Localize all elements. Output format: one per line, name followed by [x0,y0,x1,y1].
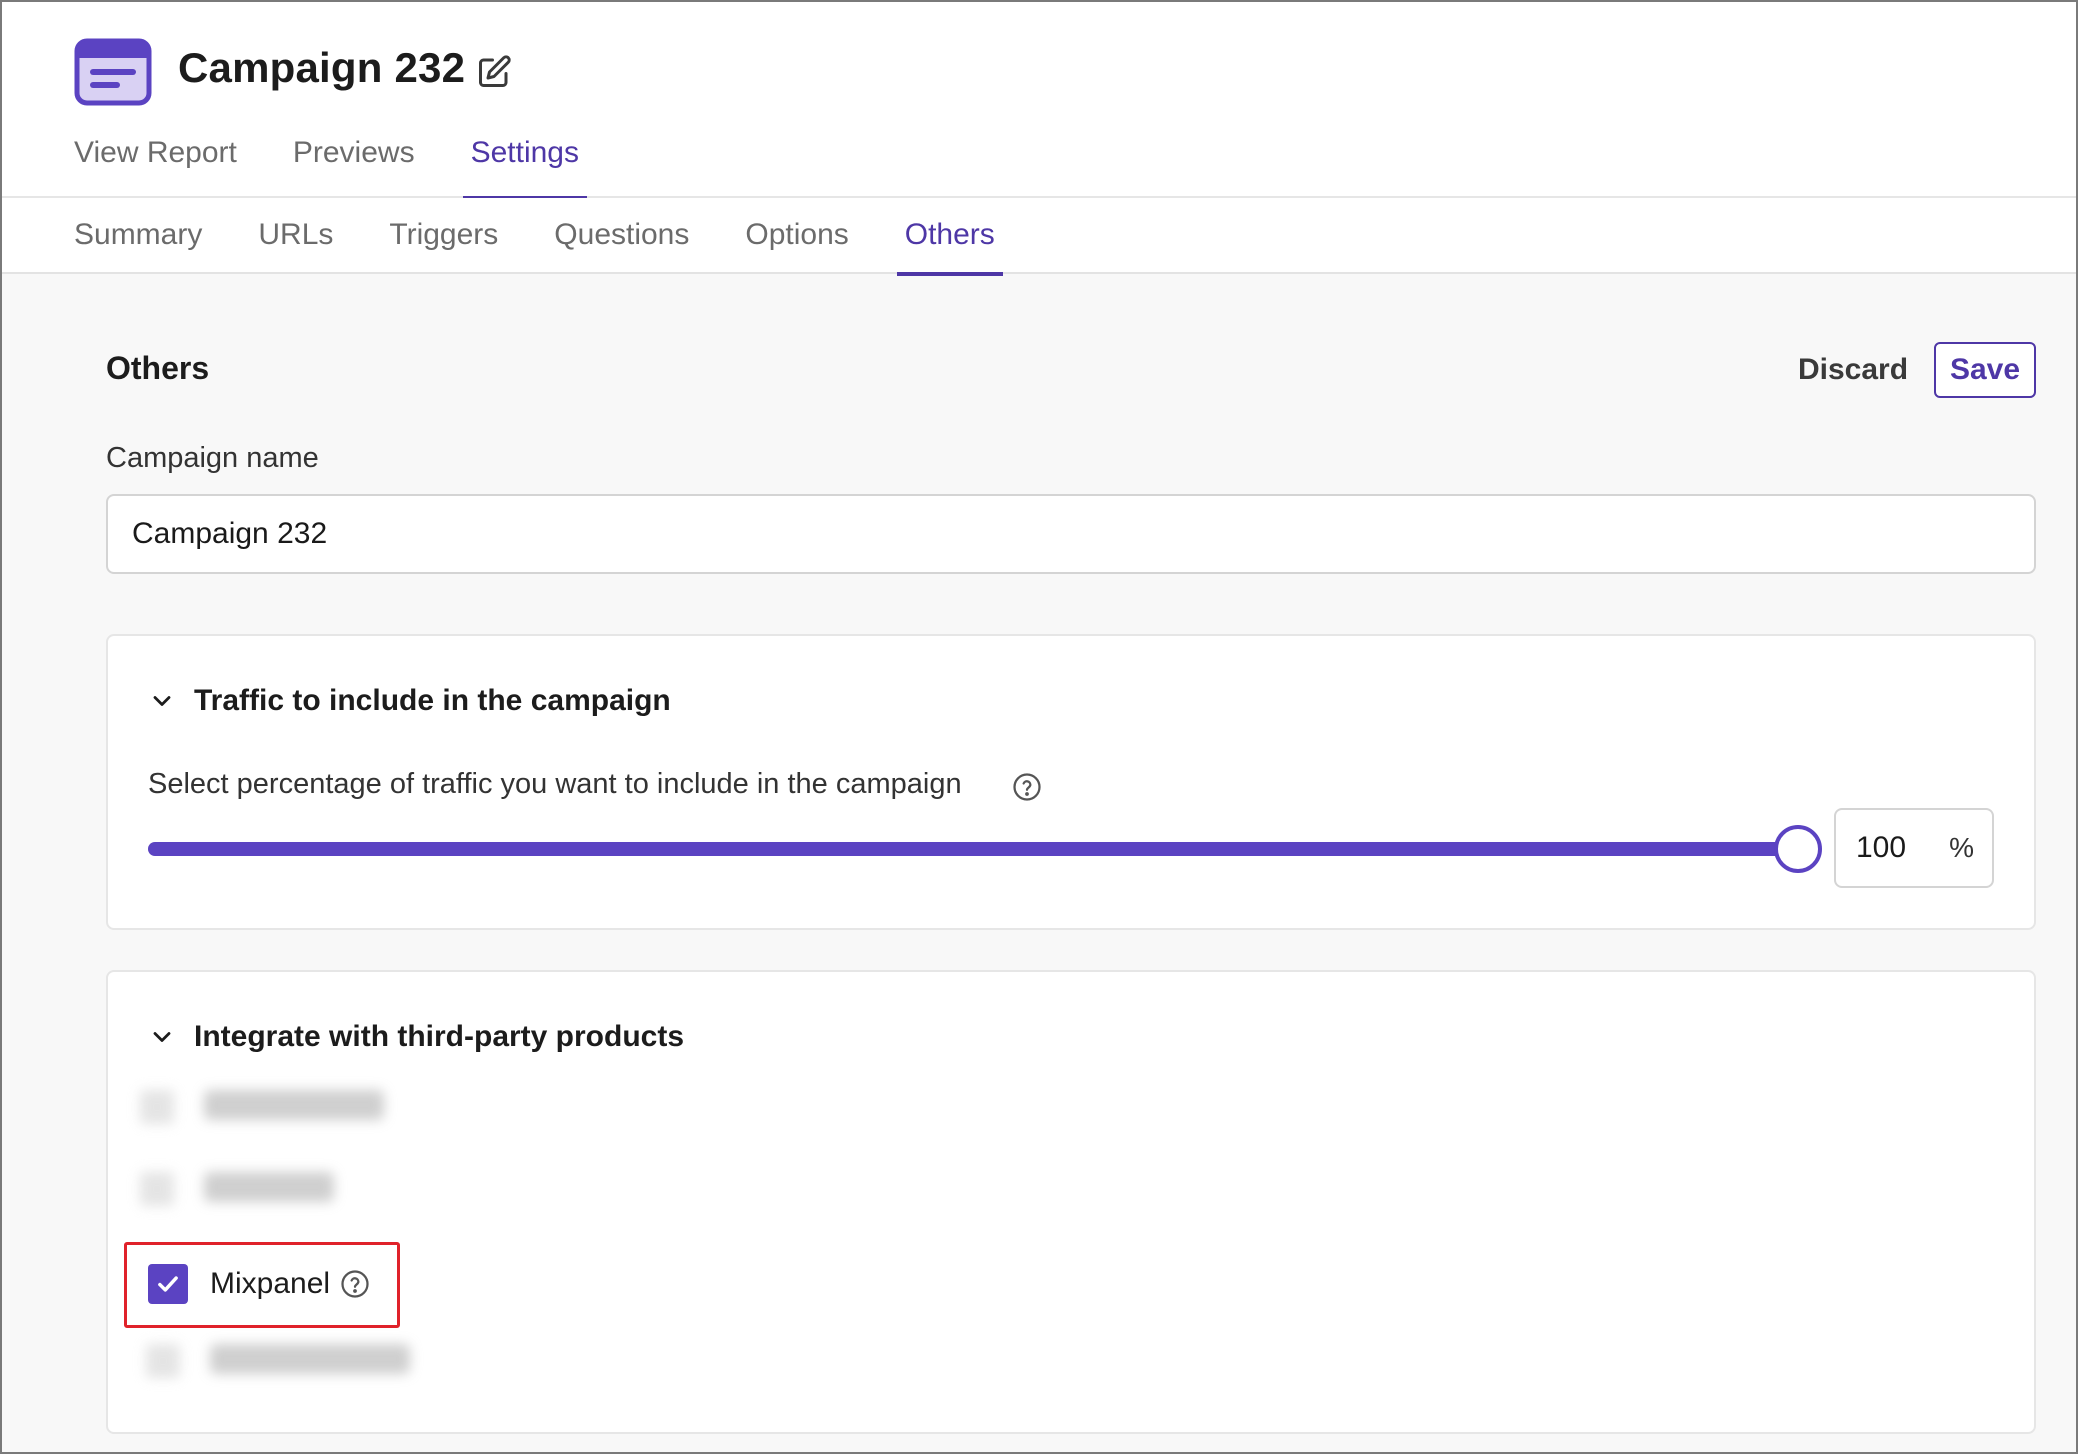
question-circle-icon[interactable] [1012,772,1042,802]
page-title: Campaign 232 [178,44,466,91]
mixpanel-checkbox[interactable] [148,1264,188,1304]
traffic-slider-fill [148,842,1798,856]
integrations-card: Integrate with third-party products Mixp… [106,970,2036,1434]
redacted-integration-item [132,1326,432,1396]
integration-item-mixpanel[interactable]: Mixpanel [148,1264,370,1304]
campaign-name-input[interactable] [106,494,2036,574]
discard-button[interactable]: Discard [1782,342,1924,398]
percent-unit: % [1949,832,1974,863]
save-button[interactable]: Save [1934,342,2036,398]
traffic-percent-field: % [1834,808,1994,888]
subtab-triggers[interactable]: Triggers [389,218,498,274]
redacted-integration-item [126,1154,426,1224]
integrations-card-header[interactable]: Integrate with third-party products [148,1020,684,1054]
subtab-others[interactable]: Others [896,218,1003,276]
subtab-questions[interactable]: Questions [554,218,689,274]
tab-view-report[interactable]: View Report [74,136,237,198]
main-tabs: View Report Previews Settings [74,136,635,200]
subtab-urls[interactable]: URLs [258,218,333,274]
question-circle-icon[interactable] [340,1269,370,1299]
traffic-slider[interactable] [148,825,1822,873]
tab-previews[interactable]: Previews [293,136,415,198]
traffic-description: Select percentage of traffic you want to… [148,768,962,800]
traffic-percent-input[interactable] [1856,828,1936,868]
tab-settings[interactable]: Settings [462,136,588,200]
mixpanel-label: Mixpanel [210,1267,331,1300]
traffic-card: Traffic to include in the campaign Selec… [106,634,2036,930]
campaign-name-label: Campaign name [106,442,319,474]
campaign-card-icon [74,38,152,106]
settings-subtabs: Summary URLs Triggers Questions Options … [2,198,2076,276]
chevron-down-icon [153,1032,171,1042]
app-window: Campaign 232 View Report Previews Settin… [0,0,2078,1454]
integrations-card-title: Integrate with third-party products [194,1020,685,1053]
checkmark-icon [158,1276,178,1292]
section-title: Others [106,350,210,386]
subtab-options[interactable]: Options [745,218,848,274]
traffic-card-header[interactable]: Traffic to include in the campaign [148,684,671,718]
edit-pencil-icon[interactable] [476,54,512,90]
chevron-down-icon [153,696,171,706]
traffic-slider-thumb[interactable] [1774,825,1822,873]
page-header: Campaign 232 View Report Previews Settin… [2,2,2076,200]
subtab-summary[interactable]: Summary [74,218,202,274]
traffic-card-title: Traffic to include in the campaign [194,684,671,717]
redacted-integration-item [126,1072,426,1142]
